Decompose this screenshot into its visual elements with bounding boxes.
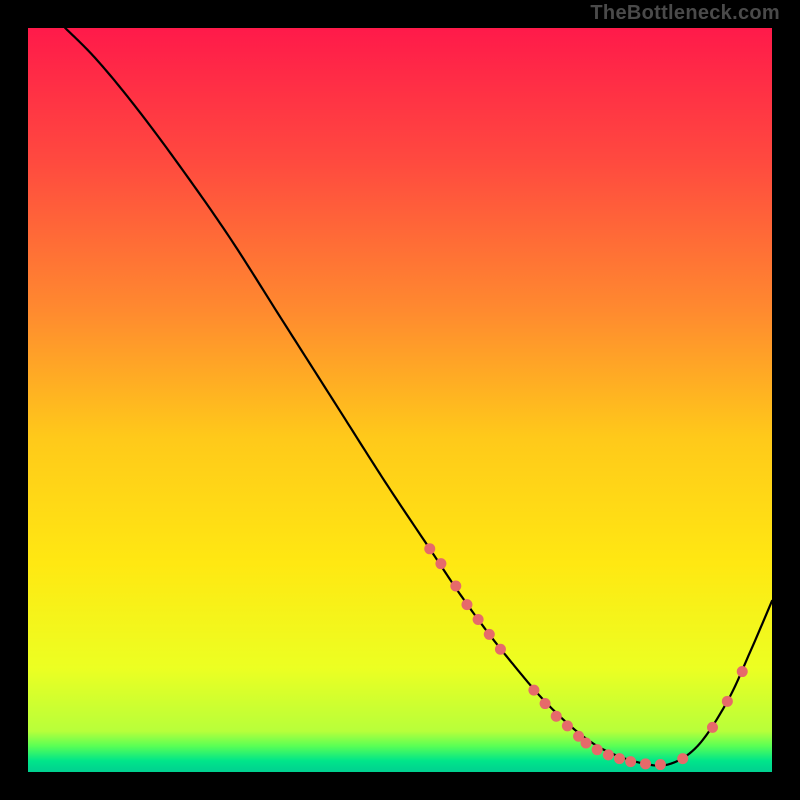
chart-frame: TheBottleneck.com	[0, 0, 800, 800]
data-dot	[655, 759, 666, 770]
data-dot	[614, 753, 625, 764]
data-dot	[435, 558, 446, 569]
data-dot	[484, 629, 495, 640]
data-dot	[603, 749, 614, 760]
data-dot	[473, 614, 484, 625]
data-dot	[424, 543, 435, 554]
data-dot	[495, 644, 506, 655]
data-dot	[461, 599, 472, 610]
watermark-text: TheBottleneck.com	[590, 2, 780, 25]
chart-svg	[28, 28, 772, 772]
data-dot	[551, 711, 562, 722]
data-dot	[562, 720, 573, 731]
plot-area	[28, 28, 772, 772]
data-dot	[540, 698, 551, 709]
gradient-background	[28, 28, 772, 772]
data-dot	[722, 696, 733, 707]
data-dot	[625, 756, 636, 767]
data-dot	[737, 666, 748, 677]
data-dot	[528, 685, 539, 696]
data-dot	[640, 758, 651, 769]
data-dot	[450, 581, 461, 592]
data-dot	[581, 737, 592, 748]
data-dot	[707, 722, 718, 733]
data-dot	[592, 744, 603, 755]
data-dot	[677, 753, 688, 764]
